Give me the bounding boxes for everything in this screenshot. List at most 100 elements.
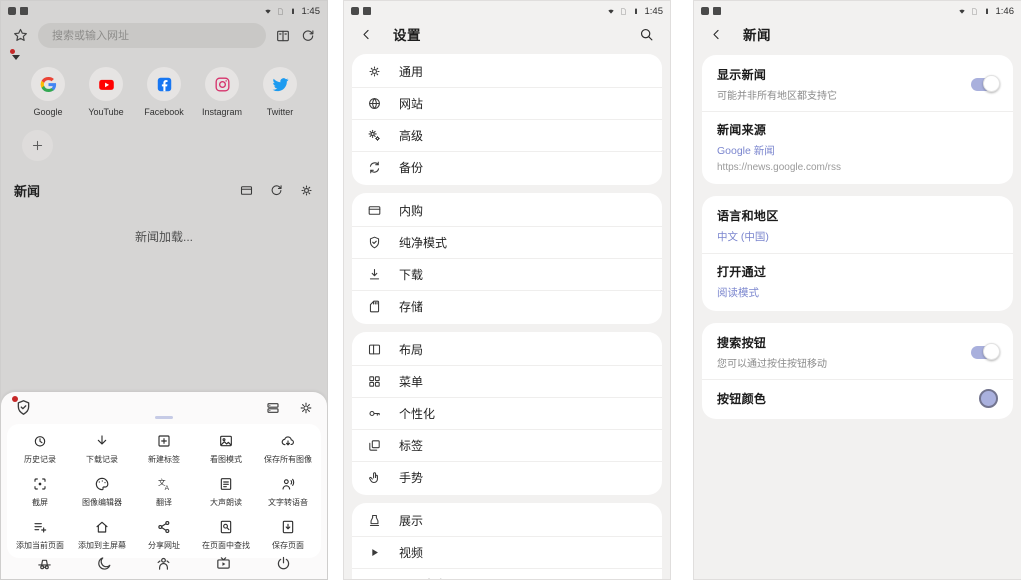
news-settings-gear-icon[interactable] [299,183,314,198]
tabs-icon [367,438,382,453]
setting-title: 新闻来源 [717,121,998,138]
settings-item[interactable]: 通用 [352,56,662,87]
sim-icon [619,7,628,16]
menu-item[interactable]: 下载记录 [71,433,133,465]
menu-item[interactable]: 截屏 [9,476,71,508]
menu-item[interactable]: 看图模式 [195,433,257,465]
spy-icon[interactable] [36,555,53,572]
reader-mode-icon[interactable] [275,28,291,44]
button-color-swatch[interactable] [979,389,998,408]
add-shortcut-button[interactable] [22,130,53,161]
settings-screen: 1:45 设置 通用 网站 高级 备份 内购 纯净模式 下载 存储 [343,0,671,580]
news-section-title: 新闻 [14,181,40,200]
settings-item[interactable]: 展示 [352,505,662,536]
menu-item[interactable]: 翻译 [133,476,195,508]
settings-item[interactable]: 网站 [352,87,662,119]
quick-link[interactable]: YouTube [77,67,135,117]
quick-link[interactable]: Twitter [251,67,309,117]
history-icon [32,433,48,449]
palette-icon [94,476,110,492]
plus-icon [30,138,45,153]
search-bar[interactable] [38,23,266,48]
notification-icon [20,7,28,15]
back-icon[interactable] [359,27,374,42]
search-button-toggle[interactable] [971,346,998,359]
quick-link[interactable]: Facebook [135,67,193,117]
layout-icon [367,342,382,357]
setting-open-with[interactable]: 打开通过 阅读模式 [702,253,1013,309]
drag-handle[interactable] [155,416,173,419]
search-input[interactable] [50,29,254,43]
adblock-badge[interactable] [1,48,327,64]
menu-item[interactable]: 文字转语音 [257,476,319,508]
settings-card: 语言和地区 中文 (中国) 打开通过 阅读模式 [702,196,1013,311]
settings-item-label: 手势 [399,469,423,486]
setting-show-news[interactable]: 显示新闻 可能并非所有地区都支持它 [702,57,1013,111]
settings-item-label: 标签 [399,437,423,454]
setting-value: 中文 (中国) [717,229,998,244]
card-view-icon[interactable] [239,183,254,198]
clock: 1:45 [645,6,664,17]
search-icon[interactable] [638,26,655,43]
sd-card-icon [367,299,382,314]
settings-item[interactable]: 布局 [352,334,662,365]
settings-item-label: 个性化 [399,405,435,422]
screenshot-icon [32,476,48,492]
settings-item[interactable]: 内购 [352,195,662,226]
browser-home-screen: 1:45 Google YouTube Facebook Instagram T… [0,0,328,580]
notification-icon [8,7,16,15]
setting-news-source[interactable]: 新闻来源 Google 新闻 https://news.google.com/r… [702,111,1013,182]
quick-link[interactable]: Google [19,67,77,117]
setting-language-region[interactable]: 语言和地区 中文 (中国) [702,198,1013,253]
setting-subtitle: 您可以通过按住按钮移动 [717,355,959,370]
arrow-down-icon [94,433,110,449]
settings-item[interactable]: 下载 [352,258,662,290]
settings-item[interactable]: 视频 [352,536,662,568]
tv-play-icon[interactable] [215,555,232,572]
settings-item[interactable]: 手势 [352,461,662,493]
show-news-toggle[interactable] [971,78,998,91]
settings-item[interactable]: 网页内容 [352,568,662,580]
settings-item[interactable]: 菜单 [352,365,662,397]
menu-item[interactable]: 历史记录 [9,433,71,465]
quick-link-label: YouTube [88,107,123,117]
menu-item[interactable]: 新建标签 [133,433,195,465]
sheet-header [1,392,327,419]
setting-search-button[interactable]: 搜索按钮 您可以通过按住按钮移动 [702,325,1013,379]
settings-item[interactable]: 存储 [352,290,662,322]
menu-item-label: 翻译 [156,497,172,508]
settings-item[interactable]: 标签 [352,429,662,461]
moon-icon[interactable] [96,555,113,572]
refresh-icon[interactable] [300,28,316,44]
settings-group: 布局 菜单 个性化 标签 手势 [352,332,662,495]
settings-item[interactable]: 高级 [352,119,662,151]
page-header: 新闻 [694,18,1021,48]
person-icon[interactable] [155,555,172,572]
setting-title: 搜索按钮 [717,334,959,351]
settings-item-label: 纯净模式 [399,234,447,251]
setting-button-color[interactable]: 按钮颜色 [702,379,1013,417]
key-icon [367,406,382,421]
globe-icon [367,96,382,111]
back-icon[interactable] [709,27,724,42]
menu-item[interactable]: 大声朗读 [195,476,257,508]
menu-grid: 历史记录 下载记录 新建标签 看图模式 保存所有图像 截屏 图像编辑器 翻译 大… [7,424,321,558]
quick-link[interactable]: Instagram [193,67,251,117]
news-source-link[interactable]: Google 新闻 [717,143,998,158]
bookmark-star-icon[interactable] [12,27,29,44]
settings-item-label: 备份 [399,159,423,176]
settings-item[interactable]: 纯净模式 [352,226,662,258]
battery-icon [982,6,992,16]
menu-item[interactable]: 图像编辑器 [71,476,133,508]
read-doc-icon [218,476,234,492]
power-icon[interactable] [275,555,292,572]
settings-item[interactable]: 个性化 [352,397,662,429]
translate-icon [156,476,172,492]
refresh-news-icon[interactable] [269,183,284,198]
image-icon [218,433,234,449]
settings-item[interactable]: 备份 [352,151,662,183]
settings-gear-icon[interactable] [298,400,314,416]
menu-item[interactable]: 保存所有图像 [257,433,319,465]
rows-view-icon[interactable] [265,400,281,416]
shield-adblock-icon[interactable] [14,398,33,417]
